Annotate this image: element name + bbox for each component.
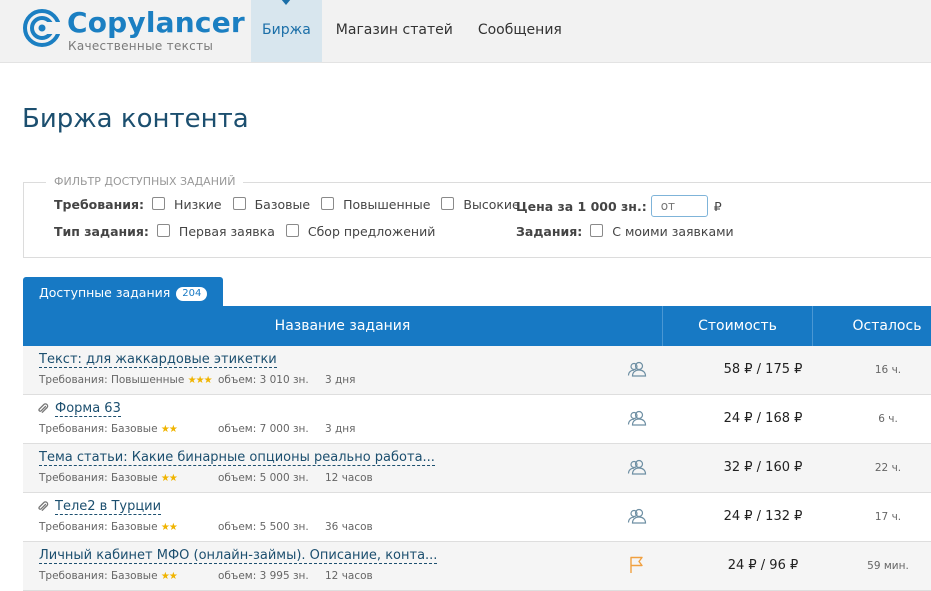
requirements-top-checkbox[interactable]: [441, 197, 455, 210]
logo-name: Copylancer: [67, 6, 245, 39]
first-bid-checkbox[interactable]: [156, 224, 170, 237]
table-row[interactable]: Тема статьи: Какие бинарные опционы реал…: [23, 444, 931, 493]
task-requirements-text: Требования: Базовые: [39, 570, 158, 582]
paperclip-icon: [38, 501, 49, 511]
users-icon[interactable]: [627, 360, 647, 378]
task-duration: 3 дня: [325, 423, 356, 435]
filter-requirements-row: Требования: Низкие Базовые Повышенные Вы…: [54, 197, 520, 212]
task-price: 58 ₽ / 175 ₽: [723, 362, 803, 377]
requirements-label: Требования:: [54, 197, 145, 212]
collect-offers-checkbox[interactable]: [285, 224, 299, 237]
requirements-low-label: Низкие: [174, 197, 222, 212]
requirements-base-checkbox[interactable]: [232, 197, 246, 210]
task-time-left: 16 ч.: [874, 364, 902, 376]
task-title-link[interactable]: Текст: для жаккардовые этикетки: [39, 352, 277, 368]
task-requirements-text: Требования: Базовые: [39, 472, 158, 484]
price-label: Цена за 1 000 зн.:: [516, 198, 647, 214]
flag-icon[interactable]: [627, 556, 647, 574]
task-price: 32 ₽ / 160 ₽: [723, 460, 803, 475]
task-requirements: Требования: Базовые ★★: [39, 521, 178, 533]
rating-stars-icon: ★★: [160, 473, 178, 484]
task-volume: объем: 3 010 зн.: [218, 374, 309, 386]
collect-offers-label: Сбор предложений: [307, 224, 436, 239]
filter-legend: ФИЛЬТР ДОСТУПНЫХ ЗАДАНИЙ: [46, 175, 244, 188]
task-volume: объем: 5 000 зн.: [218, 472, 309, 484]
task-requirements: Требования: Базовые ★★: [39, 472, 178, 484]
table-header: Название задания Стоимость Осталось: [23, 306, 931, 346]
rating-stars-icon: ★★★: [187, 375, 213, 386]
table-row[interactable]: Личный кабинет МФО (онлайн-займы). Описа…: [23, 542, 931, 591]
users-icon[interactable]: [627, 409, 647, 427]
price-from-input[interactable]: [650, 195, 708, 217]
requirements-high-label: Повышенные: [343, 197, 431, 212]
task-volume: объем: 3 995 зн.: [218, 570, 309, 582]
task-time-left: 17 ч.: [874, 511, 902, 523]
my-bids-checkbox[interactable]: [590, 224, 604, 237]
task-price: 24 ₽ / 168 ₽: [723, 411, 803, 426]
task-time-left: 6 ч.: [878, 413, 898, 425]
logo-tagline: Качественные тексты: [68, 39, 214, 53]
task-title-link[interactable]: Личный кабинет МФО (онлайн-займы). Описа…: [39, 548, 438, 564]
task-price: 24 ₽ / 96 ₽: [727, 558, 799, 573]
logo-icon: [23, 9, 62, 47]
filter-tasks-row: Задания: С моими заявками: [516, 224, 734, 239]
main-nav: Биржа Магазин статей Сообщения: [251, 0, 573, 62]
column-title[interactable]: Название задания: [23, 306, 662, 346]
nav-exchange[interactable]: Биржа: [251, 0, 322, 62]
task-duration: 3 дня: [325, 374, 356, 386]
task-time-left: 22 ч.: [874, 462, 902, 474]
task-time-left: 59 мин.: [867, 560, 909, 572]
requirements-top-label: Высокие: [463, 197, 520, 212]
task-volume: объем: 7 000 зн.: [218, 423, 309, 435]
task-duration: 12 часов: [325, 570, 373, 582]
table-row[interactable]: Текст: для жаккардовые этикетки Требовани…: [23, 346, 931, 395]
tab-available-tasks[interactable]: Доступные задания 204: [23, 277, 224, 307]
requirements-high-checkbox[interactable]: [321, 197, 335, 210]
column-price[interactable]: Стоимость: [663, 306, 812, 346]
rating-stars-icon: ★★: [160, 424, 178, 435]
task-price: 24 ₽ / 132 ₽: [723, 509, 803, 524]
task-title-link[interactable]: Форма 63: [55, 401, 121, 417]
task-title-link[interactable]: Тема статьи: Какие бинарные опционы реал…: [39, 450, 435, 466]
top-header: Copylancer Качественные тексты Биржа Маг…: [0, 0, 931, 63]
page-title: Биржа контента: [22, 104, 249, 134]
task-requirements: Требования: Базовые ★★: [39, 570, 178, 582]
table-row[interactable]: Форма 63 Требования: Базовые ★★ объем: 7 0…: [23, 395, 931, 444]
table-row[interactable]: Теле2 в Турции Требования: Базовые ★★ объе…: [23, 493, 931, 542]
price-currency: ₽: [713, 198, 722, 214]
paperclip-icon: [38, 403, 49, 413]
requirements-low-checkbox[interactable]: [152, 197, 166, 210]
task-duration: 12 часов: [325, 472, 373, 484]
task-requirements-text: Требования: Базовые: [39, 423, 158, 435]
tab-label: Доступные задания: [39, 285, 171, 300]
filter-price-row: Цена за 1 000 зн.: ₽: [516, 195, 722, 217]
rating-stars-icon: ★★: [160, 571, 178, 582]
tab-count-badge: 204: [176, 287, 208, 301]
first-bid-label: Первая заявка: [178, 224, 275, 239]
my-bids-label: С моими заявками: [612, 224, 734, 239]
task-volume: объем: 5 500 зн.: [218, 521, 309, 533]
task-duration: 36 часов: [325, 521, 373, 533]
task-requirements-text: Требования: Базовые: [39, 521, 158, 533]
task-type-label: Тип задания:: [54, 224, 149, 239]
requirements-base-label: Базовые: [254, 197, 311, 212]
task-requirements-text: Требования: Повышенные: [39, 374, 185, 386]
nav-messages[interactable]: Сообщения: [467, 0, 573, 62]
task-title-link[interactable]: Теле2 в Турции: [55, 499, 162, 515]
task-requirements: Требования: Базовые ★★: [39, 423, 178, 435]
filter-task-type-row: Тип задания: Первая заявка Сбор предложе…: [54, 224, 435, 239]
nav-article-shop[interactable]: Магазин статей: [325, 0, 464, 62]
users-icon[interactable]: [627, 507, 647, 525]
task-requirements: Требования: Повышенные ★★★: [39, 374, 213, 386]
column-time-left[interactable]: Осталось: [813, 306, 931, 346]
users-icon[interactable]: [627, 458, 647, 476]
filter-panel: ФИЛЬТР ДОСТУПНЫХ ЗАДАНИЙ Требования: Низ…: [23, 175, 931, 258]
tasks-label: Задания:: [516, 224, 583, 239]
rating-stars-icon: ★★: [160, 522, 178, 533]
